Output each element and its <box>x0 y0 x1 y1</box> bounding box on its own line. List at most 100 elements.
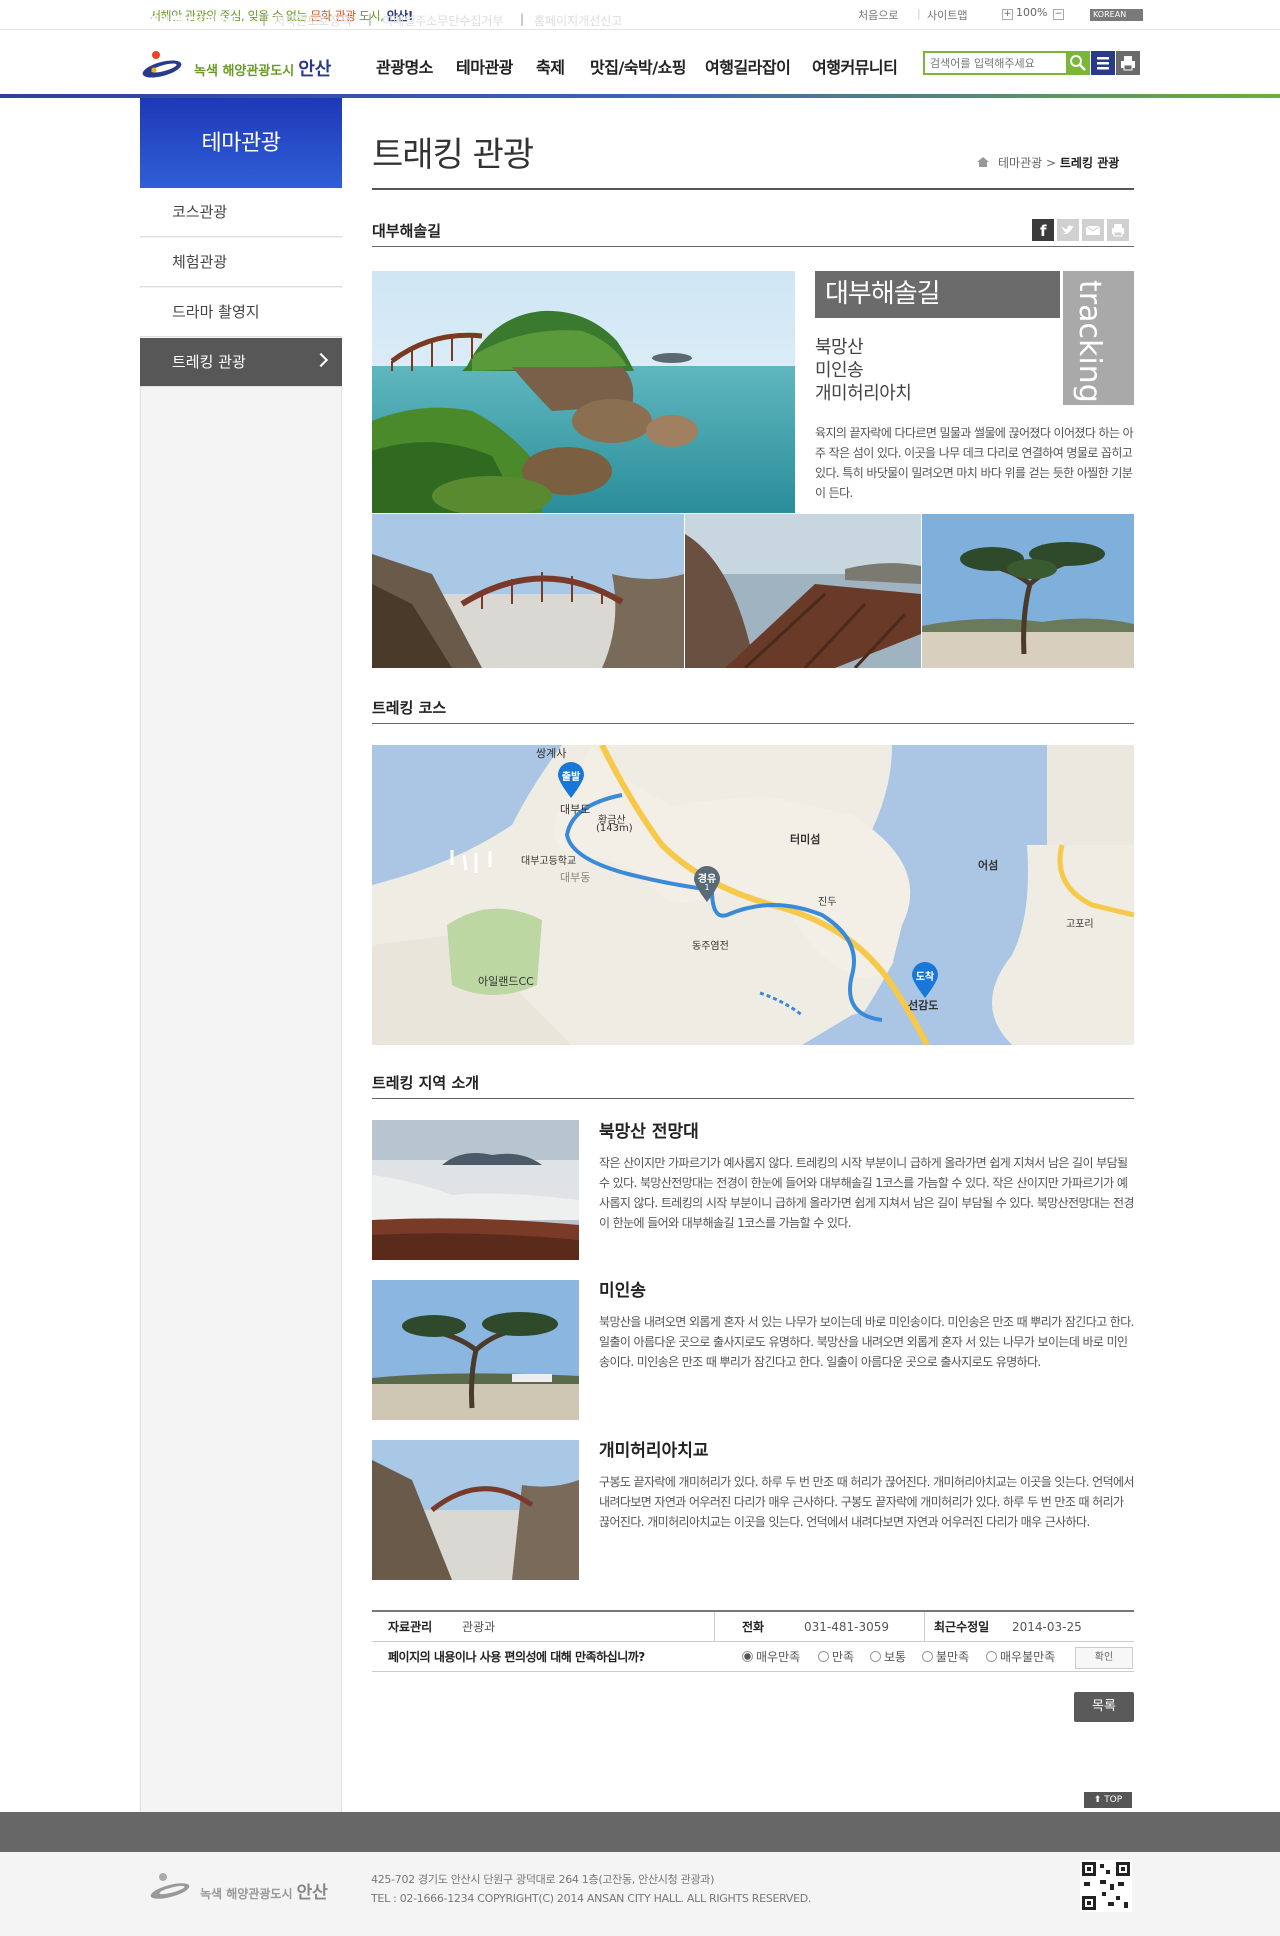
course-section-title: 트레킹 코스 <box>372 699 447 717</box>
all-menu-button[interactable] <box>1091 51 1115 75</box>
divider: | <box>262 12 267 26</box>
top-button[interactable]: ⬆ TOP <box>1084 1792 1132 1808</box>
map-label-gopo: 고포리 <box>1066 919 1094 930</box>
facebook-icon: f <box>1040 222 1047 240</box>
qr-code <box>1080 1860 1132 1912</box>
sidebar-item-trekking[interactable]: 트레킹 관광 <box>140 338 342 387</box>
sidebar-item-label: 코스관광 <box>172 203 228 221</box>
divider <box>714 1612 715 1642</box>
footer-link-improvement[interactable]: 홈페이지개선신고 <box>534 12 622 29</box>
chevron-right-icon <box>313 352 329 368</box>
photo-pine-tree <box>922 514 1134 668</box>
intro-text: 북망산을 내려오면 외롭게 혼자 서 있는 나무가 보이는데 바로 미인송이다.… <box>599 1315 1134 1369</box>
phone-value: 031-481-3059 <box>804 1620 890 1634</box>
updated-label: 최근수정일 <box>934 1620 990 1634</box>
title-divider <box>372 188 1134 190</box>
footer-link-privacy[interactable]: 개인정보처리방침 <box>148 12 236 29</box>
feature-spots: 북망산 미인송 개미허리아치 <box>815 336 912 405</box>
zoom-control[interactable]: +100% − <box>1002 6 1067 20</box>
sitemap-link[interactable]: 사이트맵 <box>927 7 967 23</box>
gnb-item-food[interactable]: 맛집/숙박/쇼핑 <box>590 54 687 78</box>
search-input[interactable] <box>923 51 1068 75</box>
intro-divider <box>372 1098 1134 1099</box>
gnb-item-attractions[interactable]: 관광명소 <box>376 54 433 78</box>
main-photo-bridge-island <box>372 271 795 513</box>
logo-swoosh-icon <box>150 1873 190 1899</box>
map-label-island-cc: 아일랜드CC <box>478 975 534 988</box>
search-button[interactable] <box>1066 51 1090 75</box>
footer-link-email-policy[interactable]: 이메일주소무단수집거부 <box>382 12 503 29</box>
footer-nav <box>0 1812 1280 1852</box>
minus-icon[interactable]: − <box>1052 9 1064 20</box>
map-label-dongju: 동주염전 <box>692 941 729 952</box>
logo-swoosh-icon <box>142 51 182 78</box>
map-label-hwanggeumsan-height: (143m) <box>596 823 633 834</box>
plus-icon[interactable]: + <box>1002 9 1013 20</box>
sidebar-item-course[interactable]: 코스관광 <box>140 188 342 237</box>
intro-heading: 미인송 <box>599 1281 646 1301</box>
radio-unsatisfied[interactable]: 불만족 <box>922 1642 969 1672</box>
survey-confirm-button[interactable]: 확인 <box>1075 1647 1133 1669</box>
email-share-button[interactable] <box>1082 219 1104 241</box>
radio-satisfied[interactable]: 만족 <box>818 1642 854 1672</box>
photo-miinsong <box>372 1280 579 1420</box>
gnb-item-guide[interactable]: 여행길라잡이 <box>705 54 791 78</box>
radio-neutral[interactable]: 보통 <box>870 1642 906 1672</box>
radio-very-satisfied[interactable]: 매우만족 <box>742 1642 800 1672</box>
survey-question: 페이지의 내용이나 사용 편의성에 대해 만족하십니까? <box>388 1650 645 1664</box>
gnb-item-community[interactable]: 여행커뮤니티 <box>812 54 898 78</box>
gnb-item-theme[interactable]: 테마관광 <box>456 54 513 78</box>
section-title: 대부해솔길 <box>372 222 442 240</box>
home-link[interactable]: 처음으로 <box>858 7 898 23</box>
breadcrumb: 테마관광 > 트레킹 관광 <box>976 154 1119 171</box>
feature-description: 육지의 끝자락에 다다르면 밀물과 썰물에 끊어졌다 이어졌다 하는 아주 작은… <box>815 426 1134 500</box>
sidebar-item-experience[interactable]: 체험관광 <box>140 238 342 287</box>
gnb-item-festival[interactable]: 축제 <box>536 54 565 78</box>
map-label-daebudong: 대부동 <box>560 871 591 884</box>
photo-arch-bridge <box>372 514 684 668</box>
radio-very-unsatisfied[interactable]: 매우불만족 <box>986 1642 1055 1672</box>
print-share-button[interactable] <box>1107 219 1129 241</box>
list-button[interactable]: 목록 <box>1074 1692 1134 1722</box>
photo-bukmangsan <box>372 1120 579 1260</box>
intro-heading: 개미허리아치교 <box>599 1441 709 1461</box>
trekking-course-map[interactable]: 쌍계사 대부도 황금산 (143m) 대부고등학교 대부동 터미섬 어섬 고포리… <box>372 745 1134 1045</box>
map-label-school: 대부고등학교 <box>521 856 577 867</box>
sidebar-item-label: 체험관광 <box>172 253 228 271</box>
site-logo[interactable]: 녹색 해양관광도시 안산 <box>140 46 340 82</box>
arrow-up-icon: ⬆ <box>1093 1795 1105 1805</box>
sidebar-item-label: 트레킹 관광 <box>172 353 246 371</box>
intro-section-title: 트레킹 지역 소개 <box>372 1074 480 1092</box>
intro-text: 작은 산이지만 가파르기가 예사롭지 않다. 트레킹의 시작 부분이니 급하게 … <box>599 1156 1134 1230</box>
sidebar-item-drama[interactable]: 드라마 촬영지 <box>140 288 342 337</box>
map-pin-via[interactable]: 경유 1 <box>692 865 722 903</box>
footer-link-copyright[interactable]: 저작권보호정책 <box>274 12 351 29</box>
spot-item: 개미허리아치 <box>815 383 912 404</box>
email-icon <box>1085 225 1101 235</box>
menu-icon <box>1097 57 1109 70</box>
qr-code-icon <box>1082 1862 1130 1910</box>
facebook-share-button[interactable]: f <box>1032 219 1054 241</box>
page-title: 트래킹 관광 <box>372 135 534 175</box>
svg-text:f: f <box>1040 222 1047 240</box>
updated-value: 2014-03-25 <box>1012 1620 1082 1634</box>
section-divider <box>372 246 1134 247</box>
radio-icon <box>922 1651 933 1662</box>
map-canvas <box>372 745 1134 1045</box>
satisfaction-survey: 페이지의 내용이나 사용 편의성에 대해 만족하십니까? 매우만족 만족 보통 … <box>372 1642 1134 1672</box>
map-pin-start[interactable]: 출발 <box>556 761 586 799</box>
footer-logo: 녹색 해양관광도시 안산 <box>148 1870 348 1904</box>
language-select[interactable]: KOREAN <box>1090 9 1143 21</box>
divider: | <box>917 7 921 20</box>
divider: | <box>368 12 373 26</box>
tracking-label: tracking <box>1072 280 1107 403</box>
feature-name: 대부해솔길 <box>815 271 1060 318</box>
map-pin-end[interactable]: 도착 <box>910 961 940 999</box>
home-icon[interactable] <box>976 156 990 168</box>
divider <box>924 1612 925 1642</box>
print-button[interactable] <box>1116 51 1140 75</box>
radio-icon <box>818 1651 829 1662</box>
map-label-eoseom: 어섬 <box>978 859 999 872</box>
twitter-share-button[interactable] <box>1057 219 1079 241</box>
footer-address: 425-702 경기도 안산시 단원구 광덕대로 264 1층(고잔동, 안산시… <box>371 1873 812 1905</box>
